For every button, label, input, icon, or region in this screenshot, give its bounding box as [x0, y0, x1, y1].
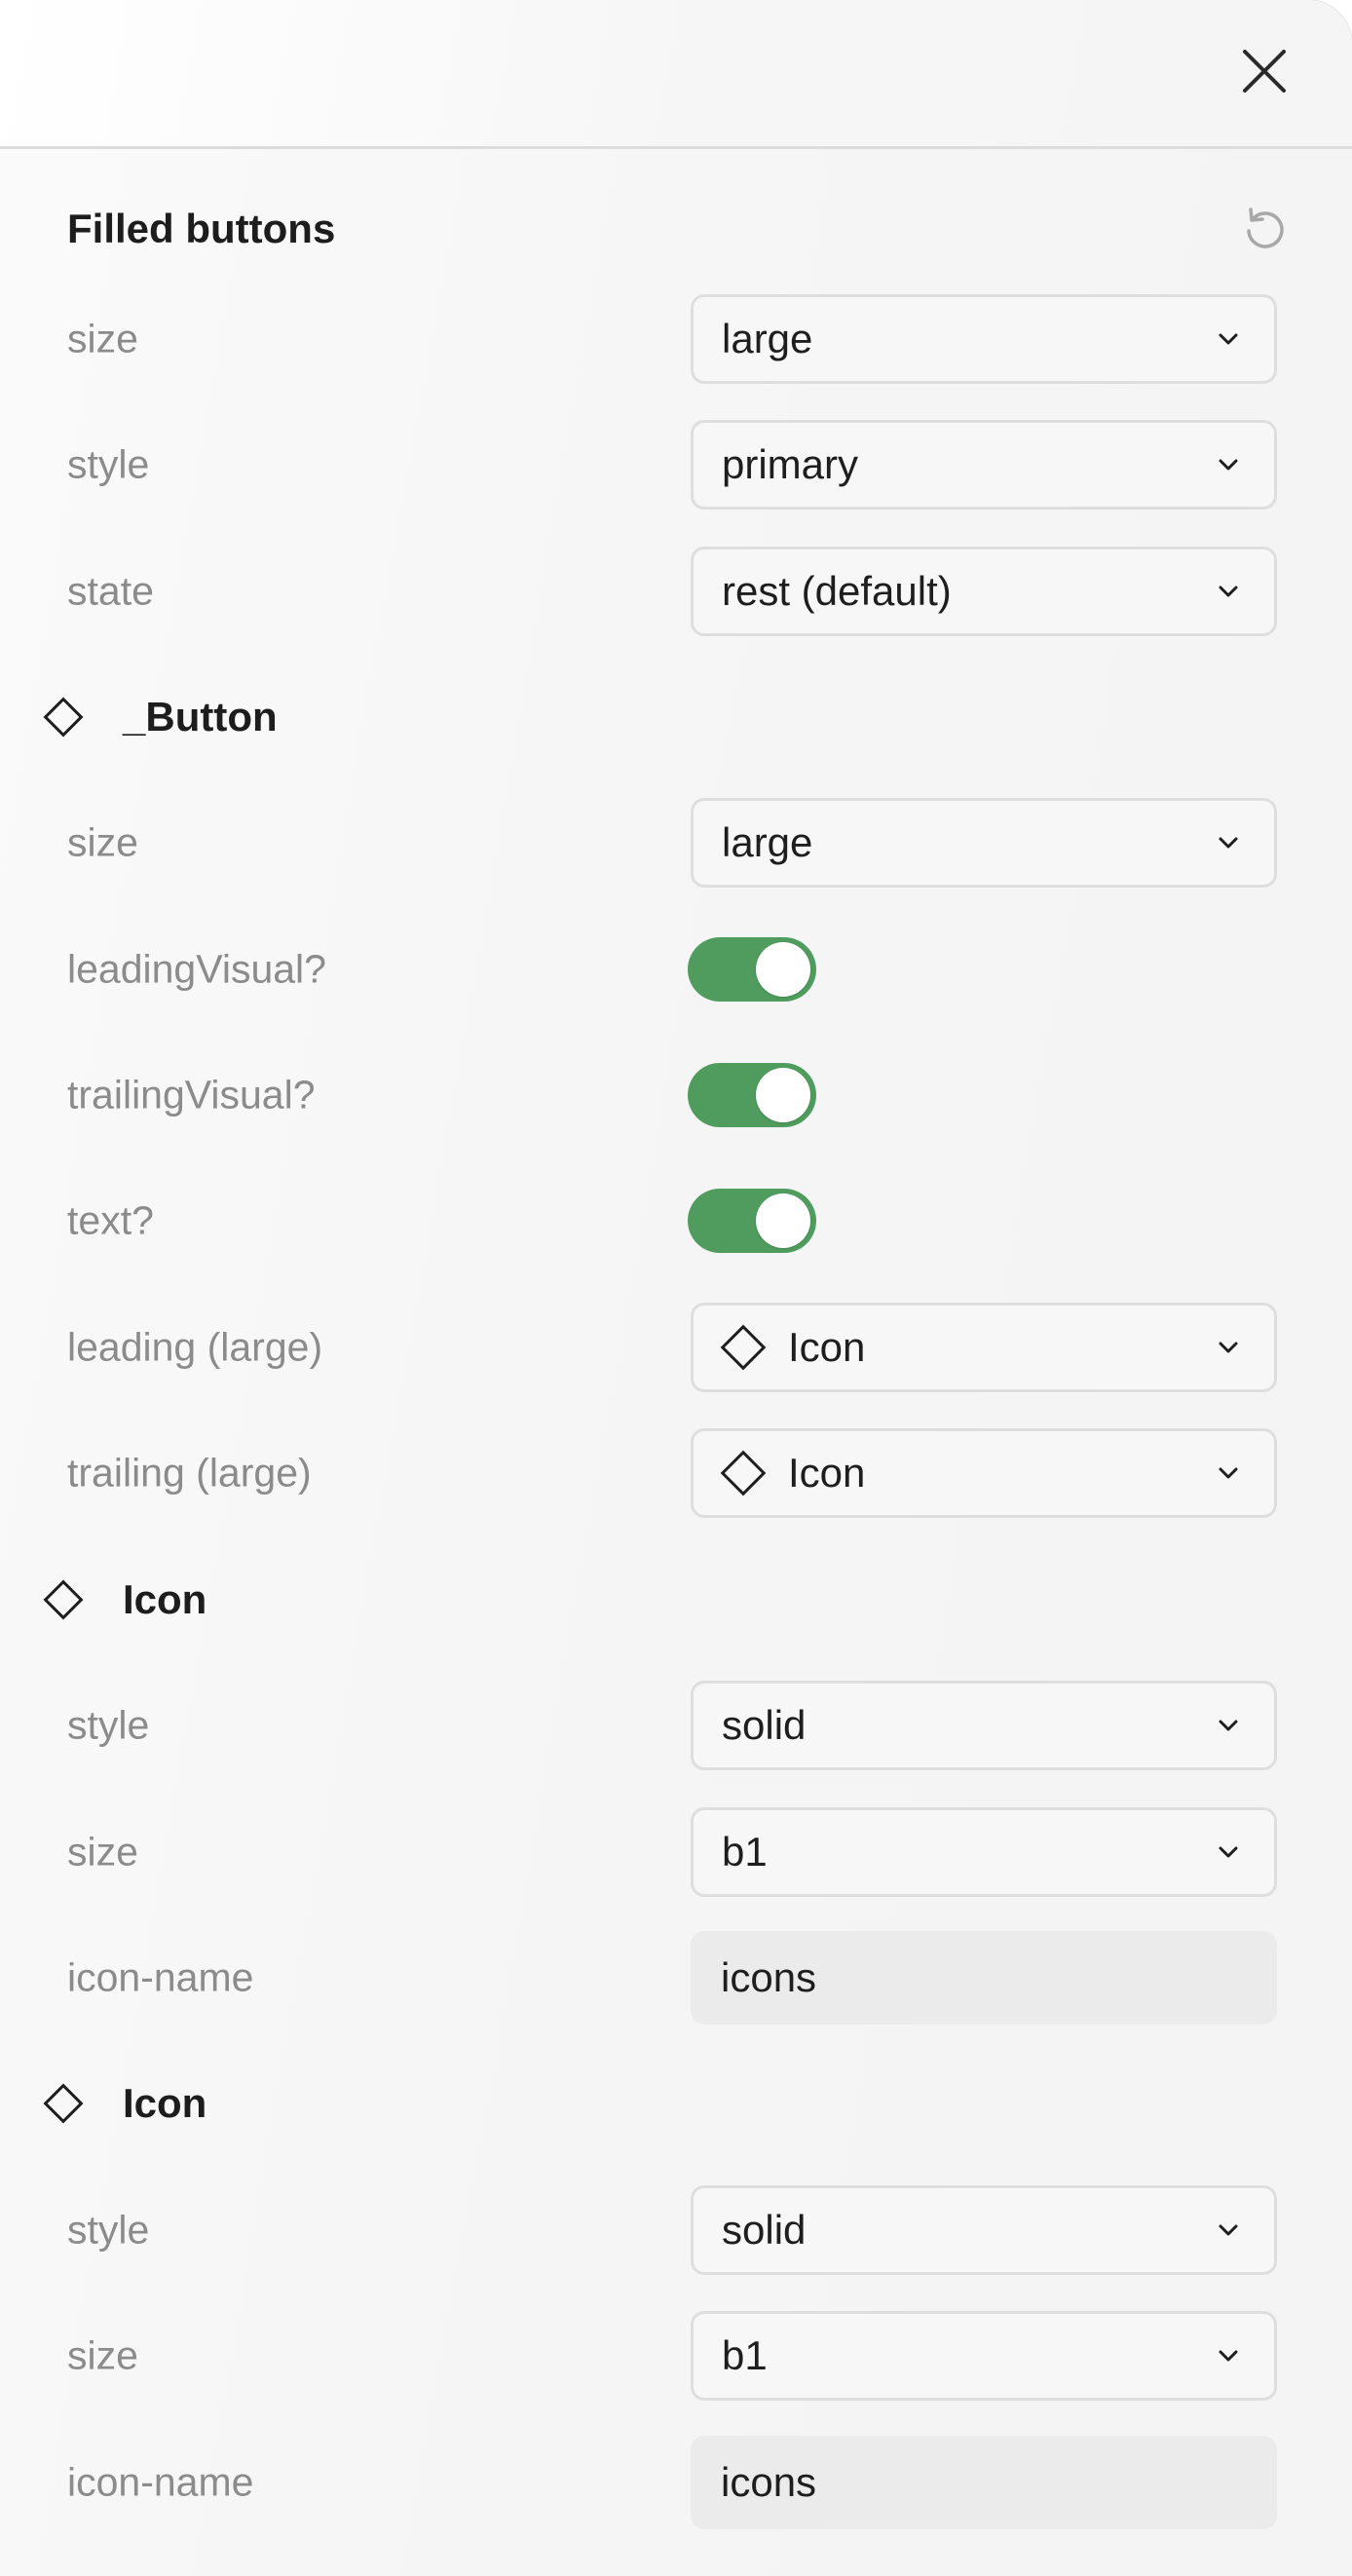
prop-label: trailing (large) — [67, 1450, 312, 1496]
section-title: _Button — [123, 694, 278, 739]
icon-name-input[interactable]: icons — [691, 1931, 1277, 2025]
select-value: rest (default) — [722, 568, 952, 614]
icon-size-select[interactable]: b1 — [691, 2311, 1277, 2401]
section-header-icon-1: Icon — [0, 1551, 1352, 1648]
select-value: Icon — [788, 1450, 866, 1496]
prop-row-size: size large — [0, 794, 1352, 891]
properties-panel-screen: Filled buttons size large style primary — [0, 0, 1352, 2576]
prop-label: leading (large) — [67, 1324, 323, 1370]
prop-label: state — [67, 568, 154, 614]
section-header-icon-2: Icon — [0, 2055, 1352, 2152]
panel-header — [0, 0, 1352, 149]
prop-label: style — [67, 441, 150, 487]
section-title: Filled buttons — [67, 206, 336, 251]
button-size-select[interactable]: large — [691, 798, 1277, 888]
input-value: icons — [721, 1954, 817, 2000]
chevron-down-icon — [1219, 459, 1238, 471]
chevron-down-icon — [1219, 1846, 1238, 1858]
prop-row-size: size large — [0, 290, 1352, 388]
prop-label: icon-name — [67, 1954, 254, 2000]
chevron-down-icon — [1219, 1342, 1238, 1353]
select-value: solid — [722, 1702, 807, 1748]
trailing-instance-select[interactable]: Icon — [691, 1428, 1277, 1518]
prop-row-trailing-visual: trailingVisual? — [0, 1046, 1352, 1144]
prop-row-icon-name: icon-name icons — [0, 2434, 1352, 2531]
component-diamond-icon — [720, 1324, 767, 1371]
prop-row-leading: leading (large) Icon — [0, 1299, 1352, 1396]
icon-style-select[interactable]: solid — [691, 2185, 1277, 2275]
section-header-button: _Button — [0, 668, 1352, 766]
leading-instance-select[interactable]: Icon — [691, 1303, 1277, 1392]
prop-label: size — [67, 1829, 138, 1875]
component-diamond-icon — [720, 1450, 767, 1496]
prop-label: size — [67, 2332, 138, 2378]
prop-row-size: size b1 — [0, 2307, 1352, 2405]
prop-label: trailingVisual? — [67, 1072, 316, 1118]
text-toggle[interactable] — [688, 1189, 816, 1253]
component-diamond-icon — [43, 697, 84, 738]
section-title: Icon — [123, 1576, 207, 1622]
prop-label: style — [67, 1702, 150, 1748]
chevron-down-icon — [1219, 1720, 1238, 1731]
chevron-down-icon — [1219, 586, 1238, 597]
prop-row-style: style solid — [0, 1677, 1352, 1774]
component-diamond-icon — [43, 1579, 84, 1620]
section-title: Icon — [123, 2080, 207, 2126]
prop-row-leading-visual: leadingVisual? — [0, 921, 1352, 1018]
icon-style-select[interactable]: solid — [691, 1681, 1277, 1770]
prop-row-text: text? — [0, 1172, 1352, 1269]
icon-name-input[interactable]: icons — [691, 2436, 1277, 2529]
select-value: large — [722, 819, 813, 865]
toggle-knob — [756, 1193, 810, 1248]
prop-label: style — [67, 2207, 150, 2253]
select-value: solid — [722, 2207, 807, 2253]
prop-row-style: style solid — [0, 2181, 1352, 2279]
select-value: primary — [722, 441, 859, 487]
input-value: icons — [721, 2459, 817, 2505]
prop-label: size — [67, 819, 138, 865]
toggle-knob — [756, 1068, 810, 1122]
chevron-down-icon — [1219, 2350, 1238, 2362]
leading-visual-toggle[interactable] — [688, 937, 816, 1002]
chevron-down-icon — [1219, 2224, 1238, 2236]
state-select[interactable]: rest (default) — [691, 547, 1277, 636]
properties-panel: Filled buttons size large style primary — [0, 0, 1352, 2576]
icon-size-select[interactable]: b1 — [691, 1807, 1277, 1897]
component-diamond-icon — [43, 2083, 84, 2124]
prop-label: leadingVisual? — [67, 946, 326, 992]
close-button[interactable] — [1237, 44, 1292, 98]
prop-row-icon-name: icon-name icons — [0, 1929, 1352, 2027]
panel-content: Filled buttons size large style primary — [0, 149, 1352, 2576]
prop-label: size — [67, 316, 138, 361]
prop-row-state: state rest (default) — [0, 543, 1352, 640]
select-value: b1 — [722, 2332, 768, 2378]
select-value: Icon — [788, 1324, 866, 1370]
prop-row-style: style primary — [0, 416, 1352, 513]
prop-row-size: size b1 — [0, 1803, 1352, 1901]
prop-label: icon-name — [67, 2459, 254, 2505]
reset-icon[interactable] — [1239, 204, 1290, 254]
select-value: b1 — [722, 1829, 768, 1875]
chevron-down-icon — [1219, 837, 1238, 849]
select-value: large — [722, 316, 813, 361]
style-select[interactable]: primary — [691, 420, 1277, 510]
close-icon — [1243, 50, 1286, 93]
toggle-knob — [756, 942, 810, 997]
prop-label: text? — [67, 1197, 154, 1243]
section-header-filled-buttons: Filled buttons — [0, 180, 1352, 278]
prop-row-trailing: trailing (large) Icon — [0, 1424, 1352, 1522]
chevron-down-icon — [1219, 333, 1238, 345]
trailing-visual-toggle[interactable] — [688, 1063, 816, 1127]
chevron-down-icon — [1219, 1467, 1238, 1479]
size-select[interactable]: large — [691, 294, 1277, 384]
